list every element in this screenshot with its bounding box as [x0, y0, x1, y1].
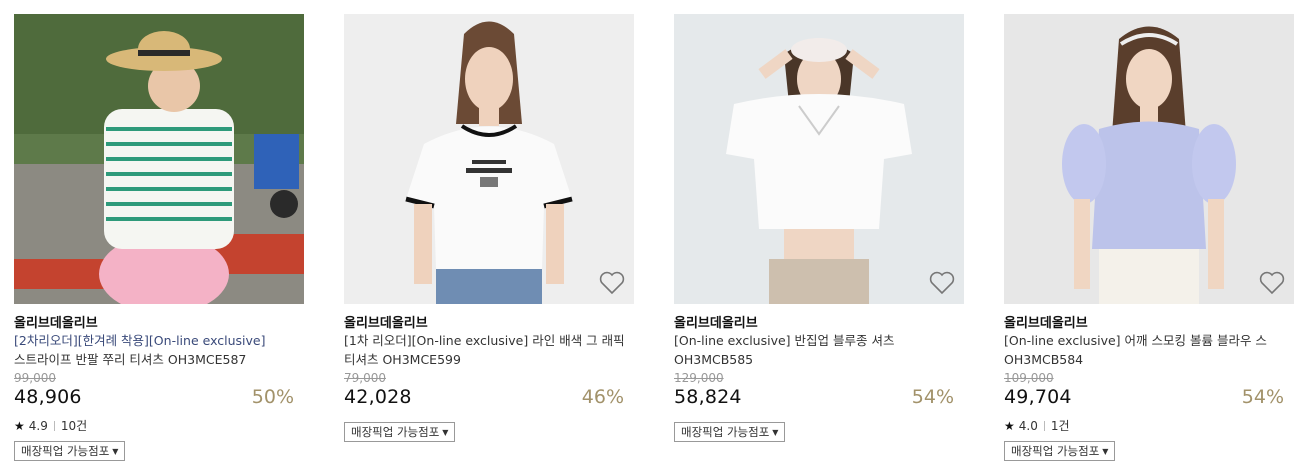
product-brand: 올리브데올리브	[344, 316, 428, 331]
pickup-label: 매장픽업 가능점포	[681, 425, 770, 439]
store-pickup-dropdown[interactable]: 매장픽업 가능점포 ▼	[1004, 441, 1116, 461]
store-pickup-dropdown[interactable]: 매장픽업 가능점포 ▼	[674, 422, 786, 442]
product-brand: 올리브데올리브	[14, 316, 98, 331]
star-icon: ★	[1004, 418, 1015, 433]
original-price: 99,000	[14, 371, 56, 385]
pickup-label: 매장픽업 가능점포	[1011, 444, 1100, 458]
pickup-label: 매장픽업 가능점포	[351, 425, 440, 439]
product-image[interactable]	[14, 14, 304, 304]
product-card[interactable]: 올리브데올리브 [On-line exclusive] 반집업 블루종 셔츠 O…	[674, 14, 964, 474]
caret-down-icon: ▼	[112, 447, 119, 456]
product-name[interactable]: [On-line exclusive] 반집업 블루종 셔츠 OH3MCB585	[674, 331, 964, 369]
original-price: 129,000	[674, 371, 724, 385]
sale-price: 48,906	[14, 386, 82, 408]
product-image[interactable]	[674, 14, 964, 304]
product-rating: ★ 4.9 10건	[14, 417, 87, 434]
product-card[interactable]: 올리브데올리브 [On-line exclusive] 어깨 스모킹 볼륨 블라…	[1004, 14, 1294, 474]
product-title: 스트라이프 반팔 쭈리 티셔츠 OH3MCE587	[14, 352, 247, 367]
product-brand: 올리브데올리브	[674, 316, 758, 331]
caret-down-icon: ▼	[442, 428, 449, 437]
product-card[interactable]: 올리브데올리브 [1차 리오더][On-line exclusive] 라인 배…	[344, 14, 634, 474]
review-count: 1건	[1050, 419, 1070, 433]
product-image[interactable]	[344, 14, 634, 304]
divider	[1043, 420, 1045, 431]
product-brand: 올리브데올리브	[1004, 316, 1088, 331]
store-pickup-dropdown[interactable]: 매장픽업 가능점포 ▼	[344, 422, 456, 442]
divider	[53, 420, 55, 431]
wishlist-heart-icon[interactable]	[599, 271, 625, 295]
product-tag: [On-line exclusive]	[674, 333, 791, 348]
rating-score: 4.9	[28, 418, 48, 433]
pickup-label: 매장픽업 가능점포	[21, 444, 110, 458]
star-icon: ★	[14, 418, 25, 433]
store-pickup-dropdown[interactable]: 매장픽업 가능점포 ▼	[14, 441, 126, 461]
wishlist-heart-icon[interactable]	[929, 271, 955, 295]
product-tag: [1차 리오더][On-line exclusive]	[344, 333, 529, 348]
original-price: 109,000	[1004, 371, 1054, 385]
product-name[interactable]: [2차리오더][한겨례 착용][On-line exclusive] 스트라이프…	[14, 331, 304, 369]
wishlist-heart-icon[interactable]	[1259, 271, 1285, 295]
product-name[interactable]: [1차 리오더][On-line exclusive] 라인 배색 그 래픽 티…	[344, 331, 634, 369]
product-tag: [2차리오더][한겨례 착용][On-line exclusive]	[14, 333, 266, 348]
review-count: 10건	[60, 419, 88, 433]
discount-rate: 46%	[581, 386, 624, 408]
caret-down-icon: ▼	[772, 428, 779, 437]
product-tag: [On-line exclusive]	[1004, 333, 1121, 348]
sale-price: 58,824	[674, 386, 742, 408]
product-image[interactable]	[1004, 14, 1294, 304]
product-card[interactable]: 올리브데올리브 [2차리오더][한겨례 착용][On-line exclusiv…	[14, 14, 304, 474]
discount-rate: 54%	[1241, 386, 1284, 408]
caret-down-icon: ▼	[1102, 447, 1109, 456]
discount-rate: 54%	[911, 386, 954, 408]
product-name[interactable]: [On-line exclusive] 어깨 스모킹 볼륨 블라우 스 OH3M…	[1004, 331, 1294, 369]
original-price: 79,000	[344, 371, 386, 385]
sale-price: 49,704	[1004, 386, 1072, 408]
sale-price: 42,028	[344, 386, 412, 408]
discount-rate: 50%	[251, 386, 294, 408]
product-rating: ★ 4.0 1건	[1004, 417, 1070, 434]
rating-score: 4.0	[1018, 418, 1038, 433]
